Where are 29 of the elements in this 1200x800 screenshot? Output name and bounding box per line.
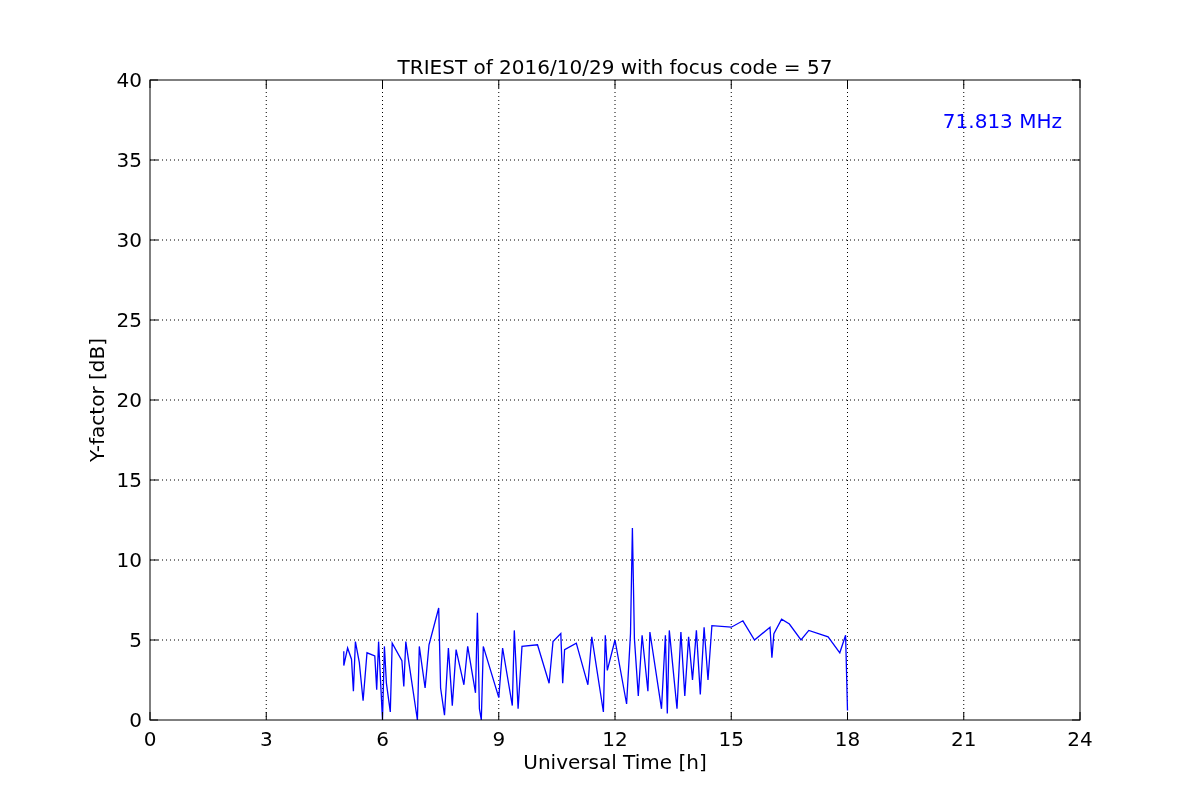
tick-label: 35	[116, 148, 142, 172]
tick-label: 18	[834, 727, 861, 751]
tick-label: 15	[116, 468, 142, 492]
tick-mark	[614, 711, 616, 721]
tick-label: 9	[492, 727, 506, 751]
tick-mark	[265, 711, 267, 721]
tick-label: 40	[116, 68, 142, 92]
axis-label: Y-factor [dB]	[85, 338, 109, 462]
tick-label: 24	[1067, 727, 1093, 751]
frequency-annotation: 71.813 MHz	[942, 109, 1062, 133]
tick-label: 12	[602, 727, 628, 751]
tick-mark	[730, 711, 732, 721]
tick-label: 25	[116, 308, 142, 332]
tick-label: 20	[116, 388, 142, 412]
tick-label: 3	[259, 727, 273, 751]
tick-mark	[498, 711, 500, 721]
tick-label: 15	[718, 727, 744, 751]
tick-mark	[847, 711, 848, 721]
tick-mark	[382, 711, 383, 721]
tick-mark	[963, 711, 965, 721]
tick-label: 0	[143, 727, 157, 751]
tick-label: 6	[376, 727, 389, 751]
axis-label: Universal Time [h]	[523, 750, 707, 774]
chart-title: TRIEST of 2016/10/29 with focus code = 57	[397, 55, 833, 79]
tick-label: 5	[129, 628, 142, 652]
tick-label: 30	[116, 228, 142, 252]
tick-label: 10	[116, 548, 142, 572]
tick-label: 21	[951, 727, 977, 751]
tick-label: 0	[129, 708, 142, 732]
